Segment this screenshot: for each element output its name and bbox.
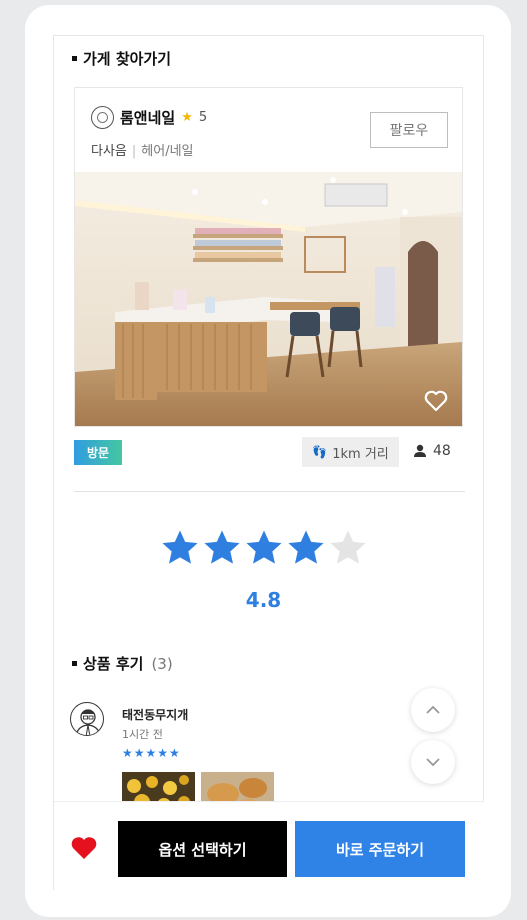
category-separator: | (131, 144, 137, 159)
reviewer-name: 태전동무지개 (122, 708, 189, 722)
favorite-heart-icon[interactable] (424, 390, 448, 412)
reviews-count: (3) (151, 654, 173, 673)
store-logo-icon (91, 106, 114, 129)
store-category-sub: 헤어/네일 (141, 144, 194, 159)
rating-star-icon (204, 530, 240, 564)
store-photo-image (75, 172, 462, 426)
rating-star-icon (246, 530, 282, 564)
distance-text: 1km 거리 (332, 446, 389, 462)
reviews-title-text: 상품 후기 (83, 655, 144, 673)
visit-tag: 방문 (74, 440, 122, 465)
scroll-down-button[interactable] (411, 740, 455, 784)
follow-button[interactable]: 팔로우 (370, 112, 448, 148)
store-name-row: 롬앤네일 ★ 5 (91, 106, 207, 129)
scroll-up-button[interactable] (411, 688, 455, 732)
chevron-up-icon (426, 705, 440, 714)
like-heart-icon[interactable] (70, 836, 98, 860)
store-card[interactable]: 롬앤네일 ★ 5 다사음 | 헤어/네일 팔로우 (74, 87, 463, 427)
select-option-button[interactable]: 옵션 선택하기 (118, 821, 287, 877)
store-rating: 5 (198, 110, 208, 125)
store-section-title: 가게 찾아가기 (72, 48, 171, 69)
footsteps-icon: 👣 (312, 445, 328, 459)
followers-count: 48 (413, 443, 451, 459)
store-category: 다사음 | 헤어/네일 (91, 140, 194, 159)
chevron-down-icon (426, 758, 440, 767)
store-category-main: 다사음 (91, 144, 127, 159)
review-stars: ★★★★★ (122, 746, 181, 760)
reviewer-avatar-icon (70, 702, 104, 736)
star-icon: ★ (181, 110, 193, 125)
followers-text: 48 (433, 443, 451, 459)
store-photo[interactable] (75, 172, 462, 426)
rating-star-icon (288, 530, 324, 564)
store-name: 롬앤네일 (120, 109, 176, 127)
rating-stars (160, 528, 368, 568)
person-icon (414, 444, 426, 457)
buy-now-button[interactable]: 바로 주문하기 (295, 821, 465, 877)
reviews-section-title: 상품 후기 (3) (72, 653, 173, 674)
bullet-icon (72, 661, 77, 666)
review-item: 태전동무지개 1시간 전 ★★★★★ (70, 702, 460, 812)
bullet-icon (72, 56, 77, 61)
rating-star-icon (162, 530, 198, 564)
section-divider (74, 491, 465, 492)
rating-star-icon (330, 530, 366, 564)
bottom-action-bar: 옵션 선택하기 바로 주문하기 (54, 801, 484, 891)
store-section-title-text: 가게 찾아가기 (83, 50, 172, 68)
review-time: 1시간 전 (122, 728, 163, 741)
rating-value: 4.8 (245, 588, 282, 612)
distance-badge: 👣 1km 거리 (302, 437, 399, 467)
